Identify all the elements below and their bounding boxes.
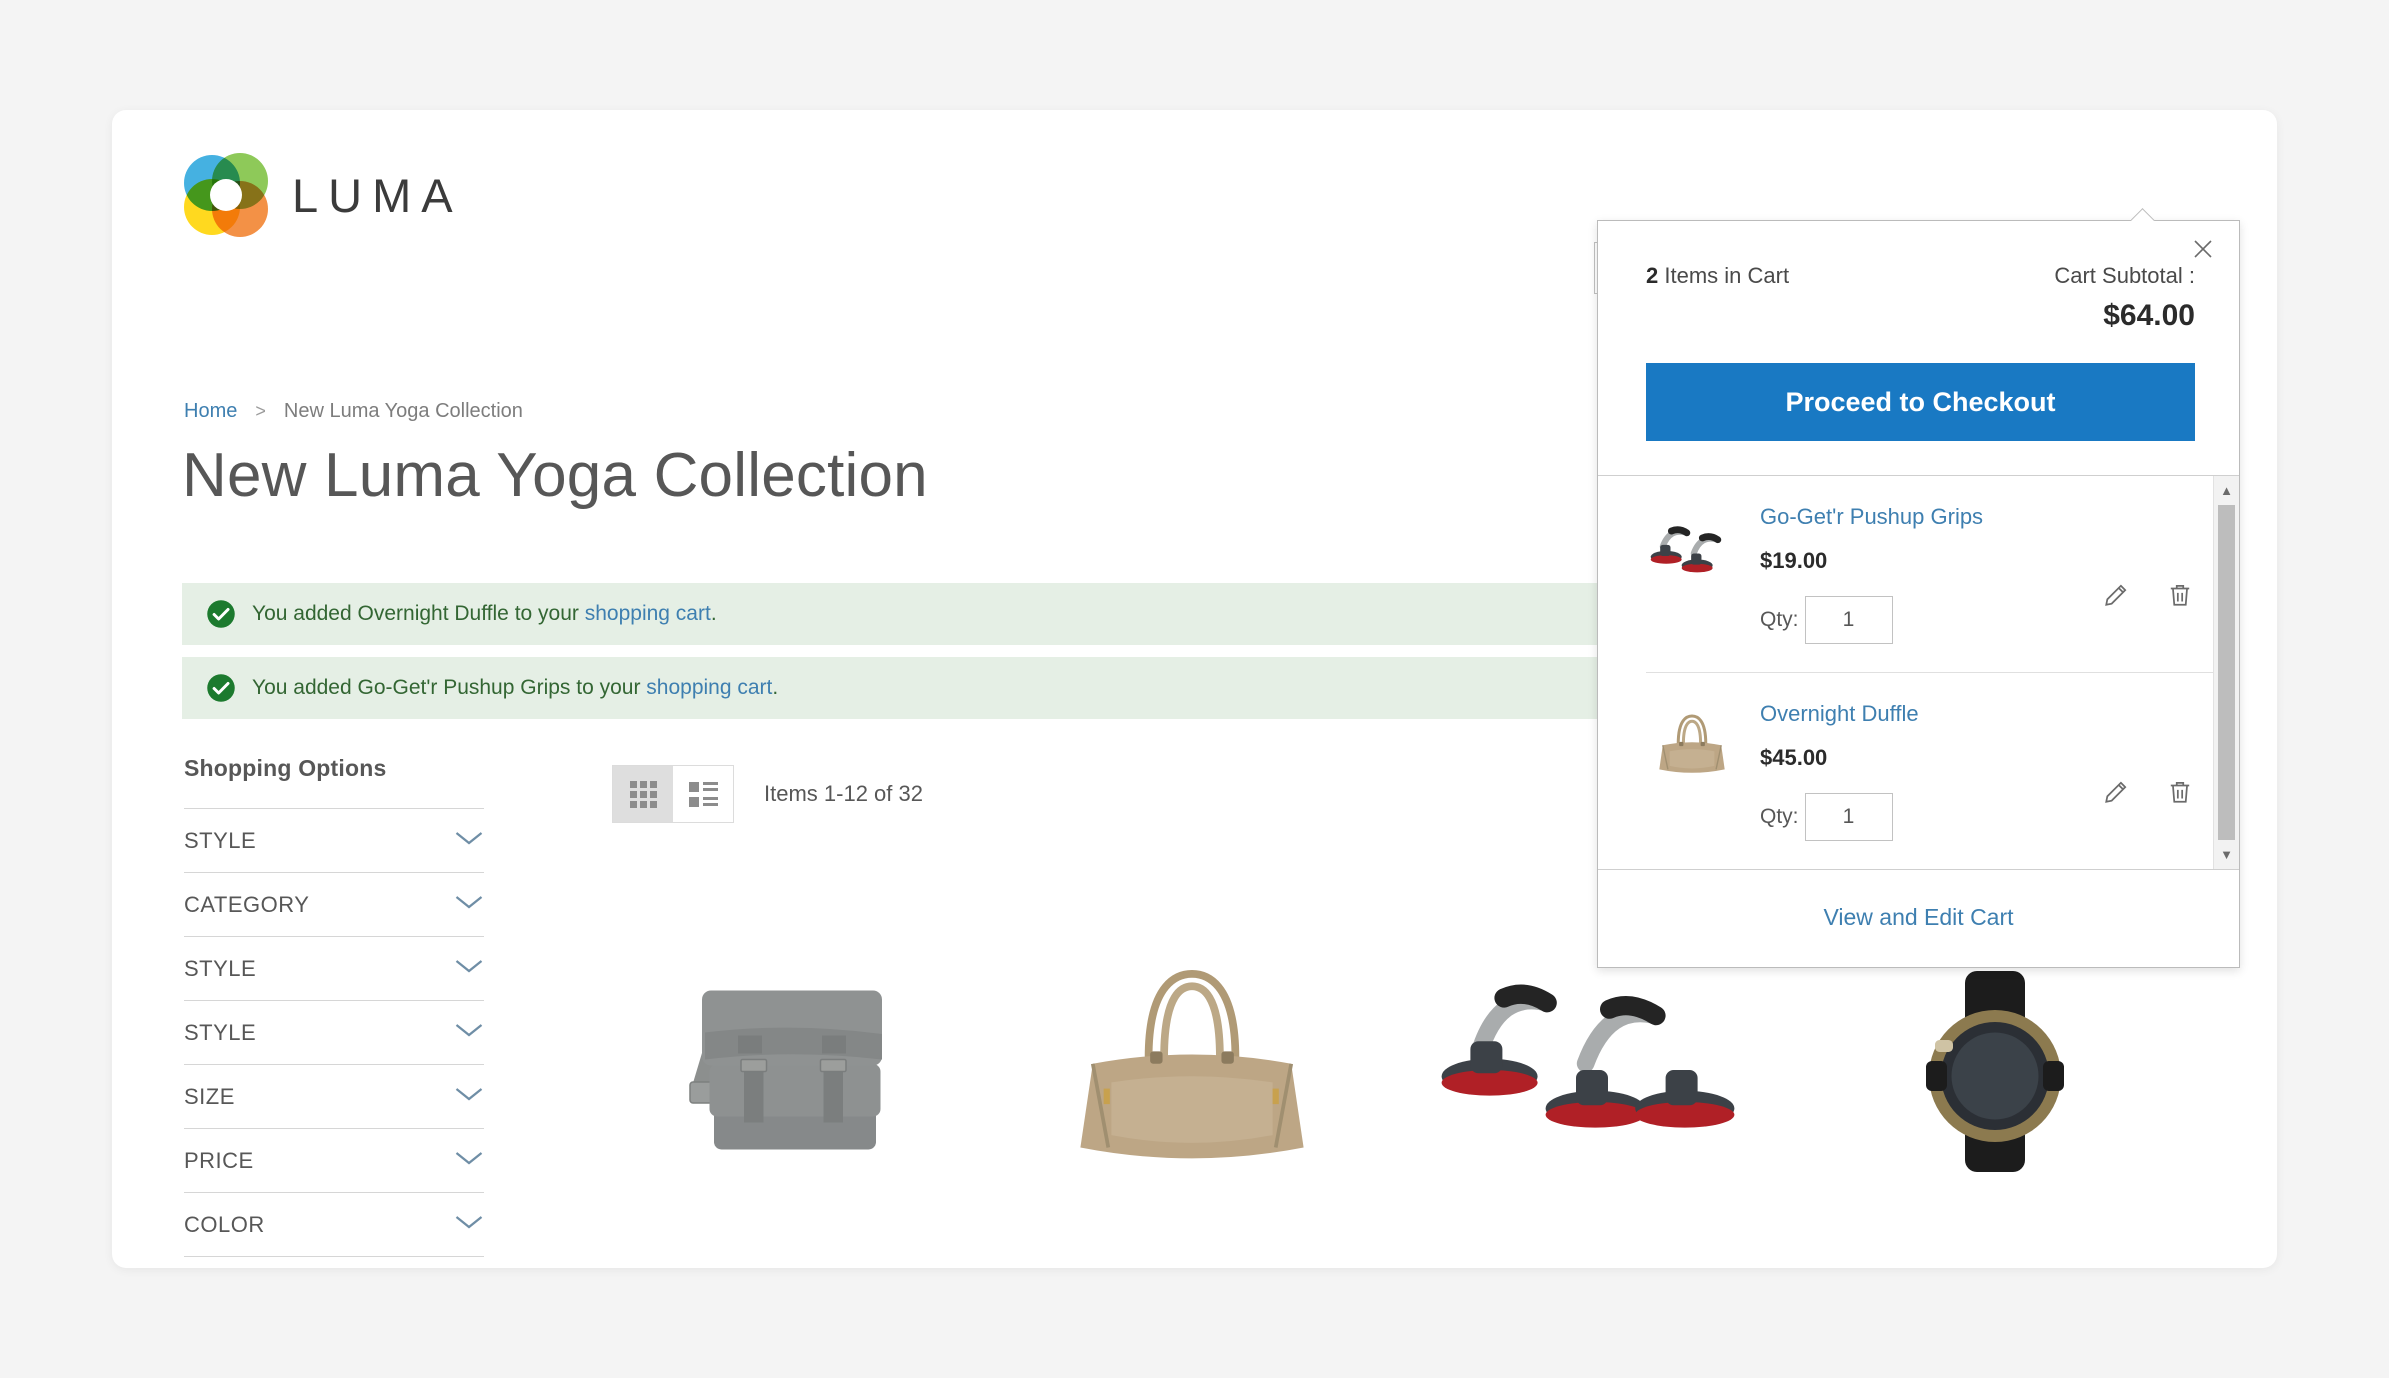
mini-cart-item-actions xyxy=(2103,504,2193,613)
pushup-grips-thumb-image xyxy=(1646,504,1738,596)
filter-label: STYLE xyxy=(184,1019,257,1045)
mini-cart-summary: 2 Items in Cart Cart Subtotal : $64.00 P… xyxy=(1598,221,2239,441)
breadcrumb-separator: > xyxy=(255,401,266,421)
trash-delete-icon[interactable] xyxy=(2167,582,2193,613)
shopping-cart-link[interactable]: shopping cart xyxy=(585,602,711,625)
mini-cart-item: Overnight Duffle $45.00 Qty: xyxy=(1646,672,2213,869)
chevron-down-icon xyxy=(454,1085,484,1108)
product-card[interactable]: Overnight Duffle xyxy=(992,870,1392,1268)
qty-input[interactable] xyxy=(1804,793,1893,841)
filter-label: PRICE xyxy=(184,1147,254,1173)
mini-cart-item-name[interactable]: Overnight Duffle xyxy=(1760,701,2081,727)
mini-cart-pointer xyxy=(2131,208,2155,221)
product-card[interactable]: Rival Field Messenger xyxy=(592,870,992,1268)
sidebar-filter-color[interactable]: COLOR xyxy=(184,1192,484,1256)
grid-view-icon[interactable] xyxy=(613,766,673,822)
tan-duffle-thumb-image xyxy=(1646,701,1738,793)
message-text: You added Overnight Duffle to your shopp… xyxy=(252,602,717,626)
shopping-options-sidebar: Shopping Options STYLE CATEGORY STYLE ST… xyxy=(184,755,484,1268)
luma-ring-logo-icon xyxy=(184,153,268,237)
chevron-down-icon xyxy=(454,957,484,980)
breadcrumb: Home > New Luma Yoga Collection xyxy=(184,400,523,423)
success-check-icon xyxy=(206,673,252,703)
cart-items-number: 2 xyxy=(1646,263,1659,288)
cart-subtotal-label: Cart Subtotal : xyxy=(2054,263,2195,288)
message-suffix: . xyxy=(772,676,779,699)
mini-cart-item-list: Go-Get'r Pushup Grips $19.00 Qty: 1 Over… xyxy=(1598,476,2213,869)
pencil-edit-icon[interactable] xyxy=(2103,582,2129,613)
scrollbar-thumb[interactable] xyxy=(2218,505,2235,840)
message-prefix: You added Go-Get'r Pushup Grips to your xyxy=(252,676,647,699)
filter-label: STYLE xyxy=(184,827,257,853)
sidebar-filter-style-3[interactable]: STYLE xyxy=(184,1000,484,1064)
breadcrumb-home-link[interactable]: Home xyxy=(184,400,237,423)
sidebar-filter-activity[interactable]: ACTIVITY xyxy=(184,1256,484,1268)
list-view-icon[interactable] xyxy=(673,766,733,822)
cart-items-count: 2 Items in Cart xyxy=(1646,263,1789,289)
scroll-down-arrow-icon[interactable]: ▼ xyxy=(2220,848,2233,861)
close-icon[interactable] xyxy=(2185,231,2221,272)
pencil-edit-icon[interactable] xyxy=(2103,779,2129,810)
gray-messenger-bag-image xyxy=(592,870,992,1268)
shopping-cart-link[interactable]: shopping cart xyxy=(646,676,772,699)
mini-cart-item-actions xyxy=(2103,701,2193,810)
items-count-label: Items 1-12 of 32 xyxy=(764,781,923,806)
filter-label: COLOR xyxy=(184,1211,265,1237)
qty-label: Qty: xyxy=(1760,805,1799,828)
filter-label: SIZE xyxy=(184,1083,235,1109)
sidebar-filter-size[interactable]: SIZE xyxy=(184,1064,484,1128)
brand-name: LUMA xyxy=(292,168,463,222)
filter-label: CATEGORY xyxy=(184,891,310,917)
chevron-down-icon xyxy=(454,1021,484,1044)
mini-cart-item: Go-Get'r Pushup Grips $19.00 Qty: xyxy=(1646,476,2213,672)
scroll-up-arrow-icon[interactable]: ▲ xyxy=(2220,484,2233,497)
chevron-down-icon xyxy=(454,1149,484,1172)
mini-cart-dropdown: 2 Items in Cart Cart Subtotal : $64.00 P… xyxy=(1597,220,2240,968)
mini-cart-item-price: $19.00 xyxy=(1760,548,1828,573)
chevron-down-icon xyxy=(454,893,484,916)
sidebar-filter-style[interactable]: STYLE xyxy=(184,808,484,872)
mini-cart-scrollbar[interactable]: ▲ ▼ xyxy=(2213,476,2239,869)
product-toolbar: Items 1-12 of 32 xyxy=(612,765,923,823)
sidebar-filter-style-2[interactable]: STYLE xyxy=(184,936,484,1000)
message-suffix: . xyxy=(710,602,717,625)
trash-delete-icon[interactable] xyxy=(2167,779,2193,810)
cart-items-text: Items in Cart xyxy=(1658,263,1790,288)
sidebar-title: Shopping Options xyxy=(184,755,387,781)
success-check-icon xyxy=(206,599,252,629)
mini-cart-item-info: Go-Get'r Pushup Grips $19.00 Qty: xyxy=(1760,504,2081,644)
sidebar-filter-category[interactable]: CATEGORY xyxy=(184,872,484,936)
qty-input[interactable] xyxy=(1804,596,1893,644)
mini-cart-item-info: Overnight Duffle $45.00 Qty: xyxy=(1760,701,2081,841)
filter-label: STYLE xyxy=(184,955,257,981)
mini-cart-item-name[interactable]: Go-Get'r Pushup Grips xyxy=(1760,504,2081,530)
view-and-edit-cart-link[interactable]: View and Edit Cart xyxy=(1823,904,2013,930)
breadcrumb-current: New Luma Yoga Collection xyxy=(283,400,523,422)
qty-label: Qty: xyxy=(1760,608,1799,631)
tan-duffle-bag-image xyxy=(992,870,1392,1268)
proceed-to-checkout-button[interactable]: Proceed to Checkout xyxy=(1646,363,2195,441)
cart-subtotal-amount: $64.00 xyxy=(2103,299,2195,332)
message-text: You added Go-Get'r Pushup Grips to your … xyxy=(252,676,778,700)
mini-cart-item-price: $45.00 xyxy=(1760,745,1828,770)
view-mode-group xyxy=(612,765,734,823)
message-prefix: You added Overnight Duffle to your xyxy=(252,602,585,625)
chevron-down-icon xyxy=(454,1213,484,1236)
mini-cart-footer: View and Edit Cart xyxy=(1598,869,2239,967)
page-title: New Luma Yoga Collection xyxy=(182,441,928,510)
sidebar-filter-price[interactable]: PRICE xyxy=(184,1128,484,1192)
site-logo[interactable]: LUMA xyxy=(184,153,463,237)
chevron-down-icon xyxy=(454,829,484,852)
mini-cart-items-area: Go-Get'r Pushup Grips $19.00 Qty: 1 Over… xyxy=(1598,475,2239,869)
